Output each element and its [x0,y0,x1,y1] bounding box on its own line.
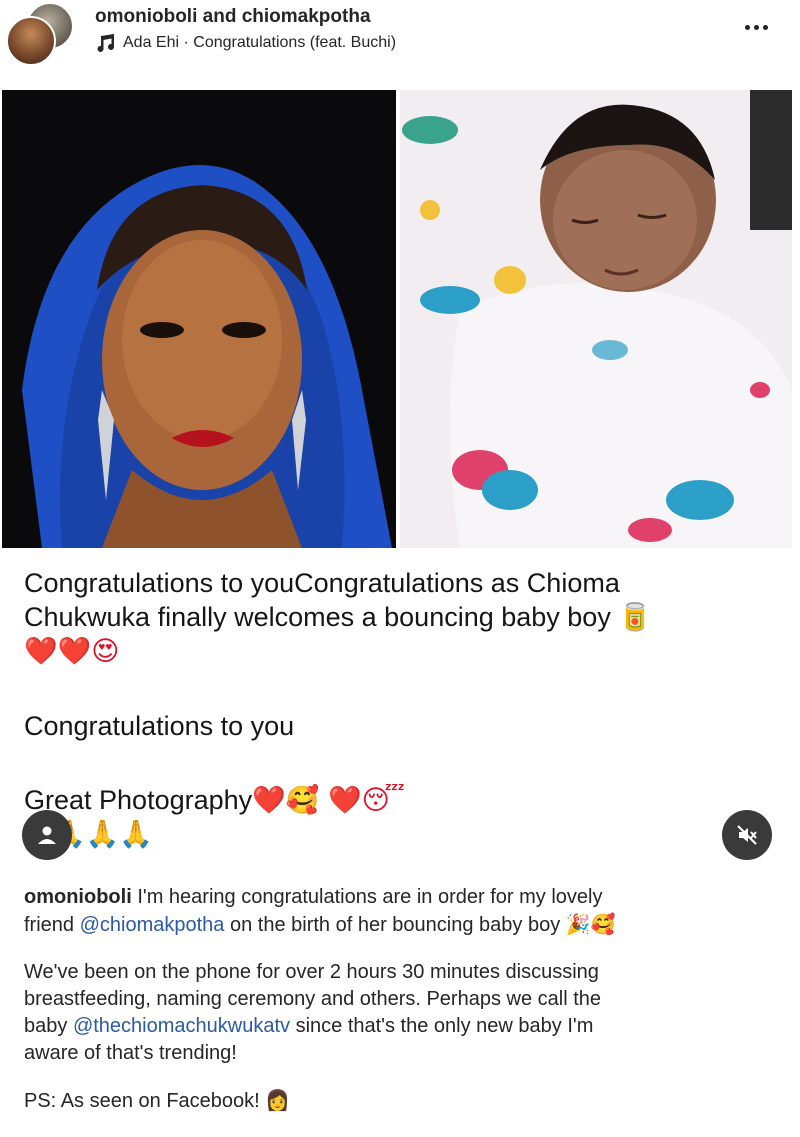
caption-text: We've been on the phone for over 2 hours… [24,961,599,983]
music-icon [97,34,114,52]
mute-button[interactable] [722,810,772,860]
music-label[interactable]: Ada Ehi · Congratulations (feat. Buchi) [123,34,396,52]
post-image[interactable] [0,90,800,548]
caption-emoji: 👩 [265,1088,291,1112]
overlay-emoji: ❤️🥰 ❤️😴 [252,785,405,816]
caption-text: on the birth of her bouncing baby boy [229,914,561,936]
username-link[interactable]: omonioboli [95,6,197,27]
post-header: omonioboli and chiomakpotha Ada Ehi · Co… [0,0,800,80]
photo-woman [2,90,396,548]
music-attribution[interactable]: Ada Ehi · Congratulations (feat. Buchi) [95,33,396,53]
overlay-line-text: Chukwuka finally welcomes a bouncing bab… [24,602,611,632]
avatar-group[interactable] [6,2,74,66]
user-tag-icon [38,826,56,844]
caption-text: breastfeeding, naming ceremony and other… [24,988,602,1010]
overlay-line: Great Photography❤️🥰 ❤️😴 [24,783,784,818]
overlay-line: Chukwuka finally welcomes a bouncing bab… [24,600,784,635]
caption-username[interactable]: omonioboli [24,886,132,908]
post-caption: omonioboli I'm hearing congratulations a… [24,884,784,1115]
mute-icon [737,825,757,845]
caption-text: friend [24,914,75,936]
caption-text: PS: As seen on Facebook! [24,1090,260,1112]
overlay-caption: Congratulations to youCongratulations as… [24,566,784,852]
more-icon [762,24,768,30]
caption-text: since that's the only new baby I'm [295,1015,594,1037]
caption-text: baby [24,1015,68,1037]
mention-link[interactable]: @chiomakpotha [80,914,225,936]
username-link[interactable]: chiomakpotha [242,6,371,27]
more-icon [753,24,759,30]
more-icon [744,24,750,30]
more-options-button[interactable] [736,12,776,42]
caption-paragraph: omonioboli I'm hearing congratulations a… [24,884,784,911]
mention-link[interactable]: @thechiomachukwukatv [73,1015,290,1037]
caption-text: I'm hearing congratulations are in order… [137,886,603,908]
caption-paragraph: baby @thechiomachukwukatv since that's t… [24,1013,784,1040]
avatar[interactable] [6,16,56,66]
photo-baby [400,90,792,548]
post-usernames: omonioboli and chiomakpotha [95,6,371,28]
caption-paragraph: PS: As seen on Facebook! 👩 [24,1087,784,1115]
can-emoji: 🥫 [618,602,652,633]
caption-text: aware of that's trending! [24,1042,237,1064]
caption-emoji: 🎉🥰 [565,912,616,936]
overlay-line: Congratulations to youCongratulations as… [24,568,620,598]
username-conjunction: and [202,6,237,27]
overlay-emoji-line: ❤️❤️😍 [24,636,120,667]
overlay-line: Congratulations to you [24,711,295,741]
overlay-line-text: Great Photography [24,785,253,815]
caption-paragraph: friend @chiomakpotha on the birth of her… [24,911,784,939]
tagged-users-button[interactable] [22,810,72,860]
overlay-emoji-line: 🙏🙏🙏 [52,819,153,850]
